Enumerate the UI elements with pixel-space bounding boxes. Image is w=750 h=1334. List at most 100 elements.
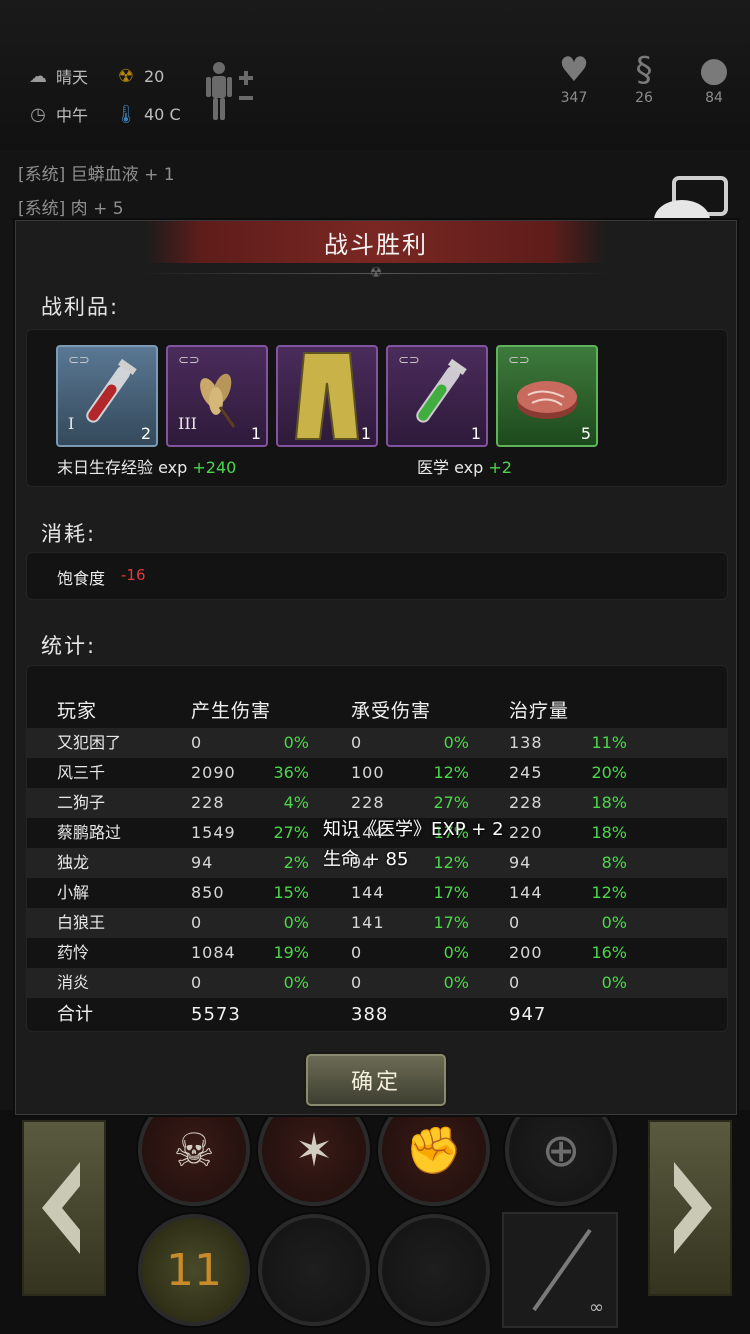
healing-pct: 12% (591, 883, 627, 902)
damage-taken-pct: 12% (433, 853, 469, 872)
col-header-damage-dealt: 产生伤害 (191, 700, 272, 722)
link-icon: ⊂⊃ (178, 353, 200, 368)
healing-pct: 0% (601, 973, 627, 992)
heal-counter: 11 (166, 1244, 222, 1296)
thermometer-icon: 🌡 (114, 103, 138, 125)
item-tier: I (68, 414, 75, 433)
battle-result-dialog: 战斗胜利 ☢ 战利品: ⊂⊃ I 2 ⊂⊃ III 1 1 ⊂⊃ 1 ⊂⊃ 5 … (15, 220, 737, 1115)
action-bar (0, 1110, 750, 1334)
empty-skill-slot[interactable] (378, 1214, 490, 1326)
clock-icon: ◷ (30, 103, 46, 125)
weapon-slot[interactable]: ∞ (502, 1212, 618, 1328)
damage-taken-pct: 27% (433, 793, 469, 812)
head-icon: ● (699, 50, 729, 90)
damage-taken-pct: 0% (443, 943, 469, 962)
damage-taken: 0 (351, 943, 363, 962)
link-icon: ⊂⊃ (398, 353, 420, 368)
hunger-vital[interactable]: § 26 (614, 50, 674, 106)
confirm-button[interactable]: 确定 (306, 1054, 446, 1106)
damage-dealt: 228 (191, 793, 225, 812)
cloud-sun-icon: ☁ (29, 65, 47, 87)
healing-pct: 16% (591, 943, 627, 962)
col-header-player: 玩家 (57, 700, 98, 722)
stats-total-row: 合计 5573 388 947 (27, 1000, 727, 1030)
log-line: [系统] 肉 + 5 (18, 199, 124, 219)
damage-dealt: 0 (191, 913, 203, 932)
loot-panel: ⊂⊃ I 2 ⊂⊃ III 1 1 ⊂⊃ 1 ⊂⊃ 5 末日生存经验 exp +… (26, 329, 728, 487)
damage-dealt: 2090 (191, 763, 236, 782)
damage-taken: 141 (351, 913, 385, 932)
survival-exp-label: 末日生存经验 exp (57, 458, 188, 477)
healing: 220 (509, 823, 543, 842)
stomach-icon: § (635, 50, 653, 90)
healing-pct: 0% (601, 913, 627, 932)
player-name: 小解 (57, 883, 90, 902)
loot-item-yellow-pants[interactable]: 1 (276, 345, 378, 447)
weather-stat: ☁ 晴天 (26, 64, 88, 88)
chat-icon[interactable] (652, 176, 732, 226)
player-name: 药怜 (57, 943, 90, 962)
weather-label: 晴天 (56, 68, 89, 87)
heart-icon: ♥ (558, 50, 590, 90)
total-damage-taken: 388 (351, 1004, 389, 1025)
healing-pct: 18% (591, 823, 627, 842)
damage-dealt-pct: 0% (283, 733, 309, 752)
damage-dealt-pct: 2% (283, 853, 309, 872)
survival-exp-value: +240 (192, 458, 237, 477)
stats-row: 消炎 0 0% 0 0% 0 0% (27, 968, 727, 998)
damage-dealt-pct: 4% (283, 793, 309, 812)
heal-skill-button[interactable]: 11 (138, 1214, 250, 1326)
cost-panel: 饱食度 -16 (26, 552, 728, 600)
item-quantity: 1 (360, 424, 371, 443)
player-name: 消炎 (57, 973, 90, 992)
temperature-stat: 🌡 40 C (114, 102, 181, 126)
empty-skill-slot[interactable] (258, 1214, 370, 1326)
damage-taken: 0 (351, 973, 363, 992)
total-healing: 947 (509, 1004, 547, 1025)
damage-dealt-pct: 19% (273, 943, 309, 962)
chevron-right-icon (674, 1162, 712, 1254)
stats-row: 风三千 2090 36% 100 12% 245 20% (27, 758, 727, 788)
player-name: 又犯困了 (57, 733, 122, 752)
mind-vital[interactable]: ● 84 (684, 50, 744, 106)
stats-row: 药怜 1084 19% 0 0% 200 16% (27, 938, 727, 968)
item-quantity: 2 (140, 424, 151, 443)
damage-dealt: 94 (191, 853, 214, 872)
link-icon: ⊂⊃ (68, 353, 90, 368)
health-vital[interactable]: ♥ 347 (544, 50, 604, 106)
healing-pct: 18% (591, 793, 627, 812)
body-status-icon[interactable] (205, 60, 255, 124)
loot-item-blood-vial[interactable]: ⊂⊃ I 2 (56, 345, 158, 447)
temperature-value: 40 C (144, 104, 181, 124)
damage-taken-pct: 0% (443, 733, 469, 752)
loot-heading: 战利品: (41, 295, 120, 319)
mind-value: 84 (705, 90, 723, 106)
healing: 144 (509, 883, 543, 902)
link-icon: ⊂⊃ (508, 353, 530, 368)
loot-item-herb-bundle[interactable]: ⊂⊃ III 1 (166, 345, 268, 447)
damage-dealt-pct: 0% (283, 973, 309, 992)
prev-arrow-button[interactable] (22, 1120, 106, 1296)
damage-taken: 228 (351, 793, 385, 812)
stats-row: 二狗子 228 4% 228 27% 228 18% (27, 788, 727, 818)
damage-dealt-pct: 27% (273, 823, 309, 842)
healing: 228 (509, 793, 543, 812)
hunger-value: 26 (635, 90, 653, 106)
damage-taken-pct: 17% (433, 913, 469, 932)
damage-dealt-pct: 0% (283, 913, 309, 932)
medicine-exp-label: 医学 exp (417, 458, 484, 477)
time-stat: ◷ 中午 (26, 102, 88, 126)
player-name: 白狼王 (57, 913, 106, 932)
damage-taken: 0 (351, 733, 363, 752)
radiation-ornament-icon: ☢ (369, 265, 383, 281)
loot-item-raw-meat[interactable]: ⊂⊃ 5 (496, 345, 598, 447)
loot-item-green-vial[interactable]: ⊂⊃ 1 (386, 345, 488, 447)
item-quantity: 1 (470, 424, 481, 443)
item-quantity: 1 (250, 424, 261, 443)
damage-taken-pct: 17% (433, 883, 469, 902)
radiation-stat: ☢ 20 (114, 64, 164, 88)
status-bar: ☁ 晴天 ☢ 20 ◷ 中午 🌡 40 C ♥ 347 § 26 ● 84 (0, 0, 750, 150)
dialog-title: 战斗胜利 (324, 231, 428, 259)
next-arrow-button[interactable] (648, 1120, 732, 1296)
stats-heading: 统计: (41, 634, 97, 658)
